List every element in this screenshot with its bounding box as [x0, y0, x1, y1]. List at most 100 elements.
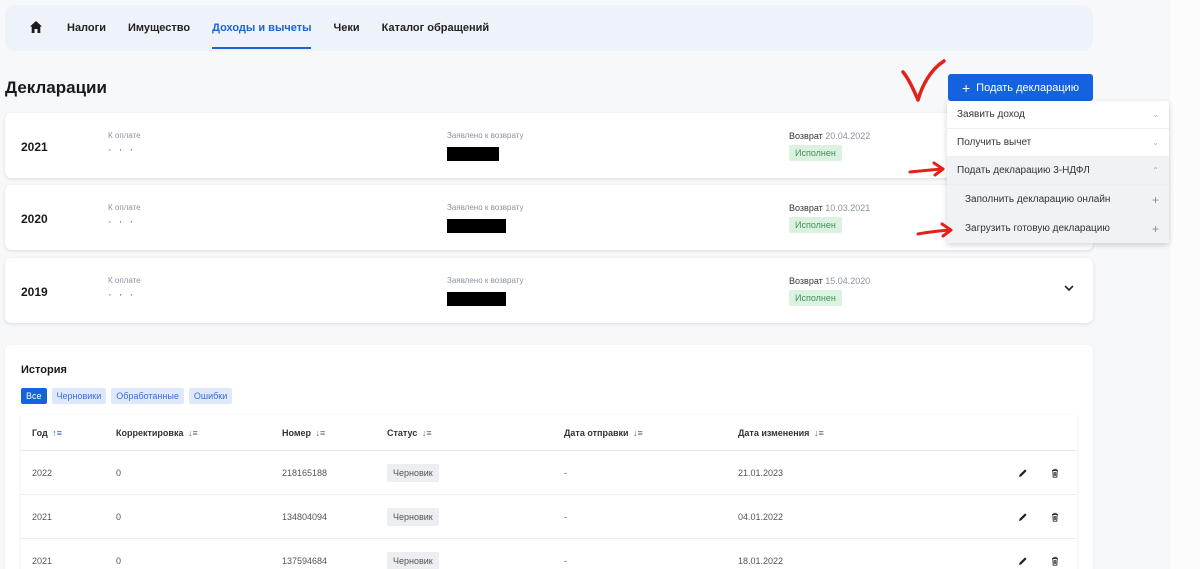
- return-date: 20.04.2022: [825, 131, 871, 141]
- menu-item-declare-income[interactable]: Заявить доход ⌄: [947, 101, 1169, 129]
- menu-item-fill-online[interactable]: Заполнить декларацию онлайн +: [947, 185, 1169, 214]
- sort-icon[interactable]: ↓≡: [419, 428, 432, 438]
- nav-item-requests-catalog[interactable]: Каталог обращений: [382, 5, 490, 51]
- return-info: Возврат 15.04.2020: [789, 276, 870, 286]
- table-row[interactable]: 2022 0 218165188 Черновик - 21.01.2023: [21, 451, 1077, 495]
- chevron-up-icon: ⌃: [1152, 166, 1159, 175]
- submit-declaration-button[interactable]: + Подать декларацию: [948, 74, 1093, 101]
- edit-icon[interactable]: [1017, 555, 1029, 567]
- edit-icon[interactable]: [1017, 511, 1029, 523]
- to-pay-value: · · ·: [108, 144, 136, 156]
- page-title: Декларации: [5, 78, 107, 97]
- redacted-amount: [447, 147, 499, 161]
- cell-actions: [1007, 467, 1077, 479]
- nav-item-income-deductions[interactable]: Доходы и вычеты: [212, 5, 312, 51]
- history-table: Год ↑≡ Корректировка ↓≡ Номер ↓≡ Статус …: [21, 415, 1077, 569]
- cell-actions: [1007, 555, 1077, 567]
- cell-number: 134804094: [282, 511, 328, 522]
- sort-icon[interactable]: ↓≡: [185, 428, 198, 438]
- trash-icon[interactable]: [1049, 467, 1061, 479]
- nav-item-taxes[interactable]: Налоги: [67, 5, 106, 51]
- cell-changed-date: 21.01.2023: [738, 467, 784, 478]
- filter-processed[interactable]: Обработанные: [111, 388, 184, 404]
- chevron-down-icon[interactable]: [1063, 282, 1075, 294]
- column-header-number[interactable]: Номер ↓≡: [271, 428, 376, 438]
- menu-item-label: Загрузить готовую декларацию: [965, 223, 1110, 234]
- table-row[interactable]: 2021 0 137594684 Черновик - 18.01.2022: [21, 539, 1077, 569]
- top-navigation: Налоги Имущество Доходы и вычеты Чеки Ка…: [5, 5, 1093, 51]
- history-section: История Все Черновики Обработанные Ошибк…: [5, 345, 1093, 569]
- trash-icon[interactable]: [1049, 511, 1061, 523]
- sort-icon[interactable]: ↓≡: [313, 428, 326, 438]
- declaration-year: 2020: [21, 212, 48, 226]
- arrow-annotation-icon: [916, 222, 953, 238]
- menu-item-label: Заполнить декларацию онлайн: [965, 194, 1111, 205]
- to-pay-value: · · ·: [108, 216, 136, 228]
- return-date: 10.03.2021: [825, 203, 871, 213]
- redacted-amount: [447, 219, 506, 233]
- menu-item-get-deduction[interactable]: Получить вычет ⌄: [947, 129, 1169, 157]
- claimed-label: Заявлено к возврату: [447, 131, 524, 140]
- nav-item-property[interactable]: Имущество: [128, 5, 190, 51]
- menu-item-submit-3ndfl[interactable]: Подать декларацию 3-НДФЛ ⌃: [947, 157, 1169, 185]
- column-header-correction[interactable]: Корректировка ↓≡: [105, 428, 271, 438]
- cell-year: 2021: [32, 511, 53, 522]
- home-icon[interactable]: [29, 20, 45, 36]
- arrow-annotation-icon: [908, 161, 945, 177]
- cell-year: 2021: [32, 555, 53, 566]
- cell-year: 2022: [32, 467, 53, 478]
- cell-sent-date: -: [564, 467, 567, 478]
- return-info: Возврат 20.04.2022: [789, 131, 870, 141]
- cell-correction: 0: [116, 467, 122, 478]
- claimed-label: Заявлено к возврату: [447, 203, 524, 212]
- filter-all[interactable]: Все: [21, 388, 47, 404]
- status-badge: Черновик: [387, 507, 439, 526]
- sort-icon[interactable]: ↓≡: [631, 428, 643, 438]
- return-info: Возврат 10.03.2021: [789, 203, 870, 213]
- column-header-year[interactable]: Год ↑≡: [21, 428, 105, 438]
- column-header-sent-date[interactable]: Дата отправки ↓≡: [553, 428, 727, 438]
- sort-asc-icon[interactable]: ↑≡: [50, 428, 62, 438]
- return-label: Возврат: [789, 131, 823, 141]
- menu-item-label: Заявить доход: [957, 109, 1025, 120]
- column-header-changed-date[interactable]: Дата изменения ↓≡: [727, 428, 1007, 438]
- redacted-amount: [447, 292, 506, 306]
- return-label: Возврат: [789, 276, 823, 286]
- history-filters: Все Черновики Обработанные Ошибки: [21, 388, 233, 404]
- chevron-down-icon: ⌄: [1152, 138, 1159, 147]
- cell-number: 137594684: [282, 555, 328, 566]
- column-header-status[interactable]: Статус ↓≡: [376, 428, 553, 438]
- filter-drafts[interactable]: Черновики: [51, 388, 107, 404]
- to-pay-label: К оплате: [108, 276, 141, 285]
- cell-changed-date: 04.01.2022: [738, 511, 784, 522]
- menu-item-upload-ready[interactable]: Загрузить готовую декларацию +: [947, 214, 1169, 243]
- declaration-year: 2021: [21, 140, 48, 154]
- cell-actions: [1007, 511, 1077, 523]
- cell-sent-date: -: [564, 555, 567, 566]
- status-badge: Черновик: [387, 551, 439, 569]
- cell-sent-date: -: [564, 511, 567, 522]
- declaration-year: 2019: [21, 285, 48, 299]
- status-badge: Исполнен: [789, 217, 842, 233]
- right-background-pane: [1170, 0, 1200, 569]
- status-badge: Исполнен: [789, 145, 842, 161]
- cell-status: Черновик: [376, 463, 553, 482]
- return-label: Возврат: [789, 203, 823, 213]
- cell-status: Черновик: [376, 551, 553, 569]
- submit-declaration-menu: Заявить доход ⌄ Получить вычет ⌄ Подать …: [947, 101, 1169, 243]
- submit-declaration-label: Подать декларацию: [976, 81, 1080, 94]
- sort-icon[interactable]: ↓≡: [811, 428, 824, 438]
- trash-icon[interactable]: [1049, 555, 1061, 567]
- plus-icon: +: [1151, 192, 1159, 207]
- cell-changed-date: 18.01.2022: [738, 555, 784, 566]
- status-badge: Черновик: [387, 463, 439, 482]
- declaration-card-2019[interactable]: 2019 К оплате · · · Заявлено к возврату …: [5, 258, 1093, 323]
- edit-icon[interactable]: [1017, 467, 1029, 479]
- nav-item-receipts[interactable]: Чеки: [333, 5, 359, 51]
- claimed-label: Заявлено к возврату: [447, 276, 524, 285]
- check-annotation-icon: [901, 59, 946, 102]
- status-badge: Исполнен: [789, 290, 842, 306]
- table-row[interactable]: 2021 0 134804094 Черновик - 04.01.2022: [21, 495, 1077, 539]
- table-header: Год ↑≡ Корректировка ↓≡ Номер ↓≡ Статус …: [21, 415, 1077, 451]
- filter-errors[interactable]: Ошибки: [188, 388, 233, 404]
